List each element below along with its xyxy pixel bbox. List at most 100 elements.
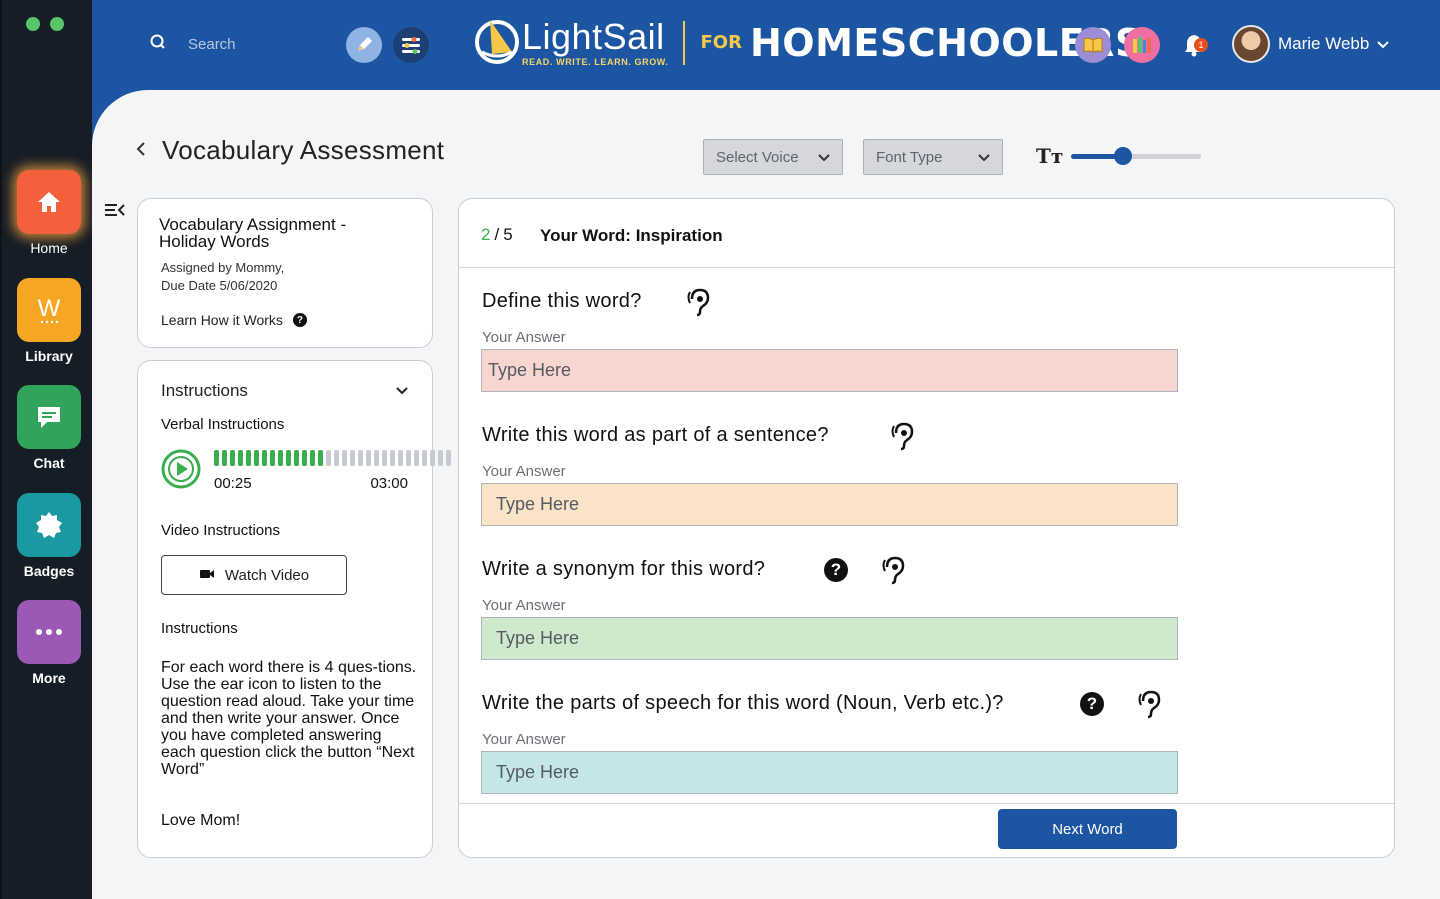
window-controls bbox=[26, 17, 64, 31]
answer-label: Your Answer bbox=[482, 597, 566, 614]
audio-progress-bar bbox=[390, 450, 395, 466]
learn-how-link[interactable]: Learn How it Works ? bbox=[161, 312, 307, 328]
answer-input-synonym[interactable] bbox=[481, 617, 1178, 660]
ear-listen-icon[interactable] bbox=[881, 555, 907, 590]
search-input[interactable] bbox=[188, 36, 318, 53]
settings-sliders-icon[interactable] bbox=[393, 27, 429, 63]
audio-progress-bar bbox=[254, 450, 259, 466]
window-dot[interactable] bbox=[26, 17, 40, 31]
watch-video-label: Watch Video bbox=[224, 566, 310, 584]
audio-progress-bar bbox=[222, 450, 227, 466]
pencil-icon[interactable] bbox=[346, 27, 382, 63]
ear-listen-icon[interactable] bbox=[890, 421, 916, 456]
play-button[interactable] bbox=[161, 449, 201, 494]
verbal-instructions-label: Verbal Instructions bbox=[161, 416, 285, 433]
avatar bbox=[1232, 25, 1270, 63]
answer-label: Your Answer bbox=[482, 731, 566, 748]
audio-progress-bar bbox=[406, 450, 411, 466]
sidebar-item-chat[interactable]: Chat bbox=[16, 385, 82, 471]
divider bbox=[459, 267, 1394, 268]
help-icon: ? bbox=[292, 313, 307, 327]
font-size-icon: Tт bbox=[1036, 144, 1064, 168]
sidebar-item-label: Library bbox=[25, 348, 73, 364]
back-chevron-icon[interactable] bbox=[136, 139, 146, 162]
ear-listen-icon[interactable] bbox=[1137, 689, 1163, 724]
audio-progress-bar bbox=[398, 450, 403, 466]
audio-progress-bar bbox=[358, 450, 363, 466]
learn-how-label: Learn How it Works bbox=[161, 312, 283, 328]
audio-progress-bar bbox=[278, 450, 283, 466]
next-word-button[interactable]: Next Word bbox=[998, 809, 1177, 849]
instructions-header: Instructions bbox=[161, 381, 248, 400]
audio-progress-bar bbox=[270, 450, 275, 466]
assignment-card: Vocabulary Assignment - Holiday Words As… bbox=[137, 198, 433, 348]
window-dot[interactable] bbox=[50, 17, 64, 31]
brand-tagline: READ. WRITE. LEARN. GROW. bbox=[522, 56, 669, 67]
audio-progress-bar bbox=[230, 450, 235, 466]
audio-progress-bar bbox=[310, 450, 315, 466]
notification-badge: 1 bbox=[1194, 38, 1208, 52]
brand-logo: LightSail READ. WRITE. LEARN. GROW. FOR … bbox=[472, 12, 1143, 73]
watch-video-button[interactable]: Watch Video bbox=[161, 555, 347, 595]
progress-total: 5 bbox=[503, 225, 513, 244]
progress-current: 2 bbox=[481, 225, 491, 244]
audio-progress-bar bbox=[414, 450, 419, 466]
play-icon bbox=[161, 449, 201, 489]
brand-for: FOR bbox=[700, 32, 742, 53]
instructions-body: For each word there is 4 ques-tions. Use… bbox=[161, 659, 417, 778]
chat-icon bbox=[17, 385, 81, 449]
badge-icon bbox=[17, 493, 81, 557]
font-size-slider[interactable] bbox=[1071, 147, 1201, 165]
collapse-menu-icon[interactable] bbox=[105, 202, 125, 223]
audio-progress-bar bbox=[366, 450, 371, 466]
time-total: 03:00 bbox=[370, 475, 408, 492]
home-icon bbox=[17, 170, 81, 234]
instructions-toggle[interactable]: Instructions bbox=[161, 381, 408, 401]
answer-input-define[interactable] bbox=[481, 349, 1178, 392]
video-instructions-label: Video Instructions bbox=[161, 522, 280, 539]
assigned-by: Assigned by Mommy, bbox=[161, 260, 285, 275]
sidebar-item-home[interactable]: Home bbox=[16, 170, 82, 256]
audio-progress[interactable] bbox=[214, 450, 451, 466]
answer-input-parts-of-speech[interactable] bbox=[481, 751, 1178, 794]
due-date: Due Date 5/06/2020 bbox=[161, 278, 278, 293]
user-menu[interactable]: Marie Webb bbox=[1232, 25, 1390, 63]
sail-logo-icon bbox=[472, 12, 522, 73]
answer-input-sentence[interactable] bbox=[481, 483, 1178, 526]
font-type-label: Font Type bbox=[876, 148, 943, 166]
slider-handle[interactable] bbox=[1114, 147, 1132, 165]
audio-progress-bar bbox=[382, 450, 387, 466]
sidebar-item-badges[interactable]: Badges bbox=[16, 493, 82, 579]
audio-progress-bar bbox=[286, 450, 291, 466]
ear-listen-icon[interactable] bbox=[686, 287, 712, 322]
instructions-signoff: Love Mom! bbox=[161, 812, 241, 829]
help-icon[interactable]: ? bbox=[1080, 692, 1104, 716]
search-icon[interactable] bbox=[150, 34, 166, 55]
sidebar-item-more[interactable]: More bbox=[16, 600, 82, 686]
audio-progress-bar bbox=[262, 450, 267, 466]
word-progress: 2 / 5 bbox=[481, 225, 513, 245]
user-name: Marie Webb bbox=[1278, 34, 1370, 53]
sidebar-item-library[interactable]: W Library bbox=[16, 278, 82, 364]
audio-progress-bar bbox=[422, 450, 427, 466]
voice-select-label: Select Voice bbox=[716, 148, 799, 166]
help-icon[interactable]: ? bbox=[824, 558, 848, 582]
book-icon[interactable] bbox=[1075, 27, 1111, 63]
chevron-down-icon bbox=[818, 149, 830, 166]
audio-progress-bar bbox=[446, 450, 451, 466]
bookshelf-icon[interactable] bbox=[1124, 27, 1160, 63]
question-3-text: Write a synonym for this word? bbox=[482, 558, 766, 580]
audio-progress-bar bbox=[238, 450, 243, 466]
question-4-text: Write the parts of speech for this word … bbox=[482, 692, 1004, 714]
audio-progress-bar bbox=[334, 450, 339, 466]
assignment-title-line2: Holiday Words bbox=[159, 232, 270, 251]
voice-select[interactable]: Select Voice bbox=[703, 139, 843, 175]
progress-separator: / bbox=[494, 225, 500, 244]
font-type-select[interactable]: Font Type bbox=[863, 139, 1003, 175]
sidebar-item-label: Home bbox=[30, 240, 68, 256]
audio-progress-bar bbox=[374, 450, 379, 466]
audio-progress-bar bbox=[430, 450, 435, 466]
answer-label: Your Answer bbox=[482, 463, 566, 480]
audio-progress-bar bbox=[302, 450, 307, 466]
audio-progress-bar bbox=[294, 450, 299, 466]
